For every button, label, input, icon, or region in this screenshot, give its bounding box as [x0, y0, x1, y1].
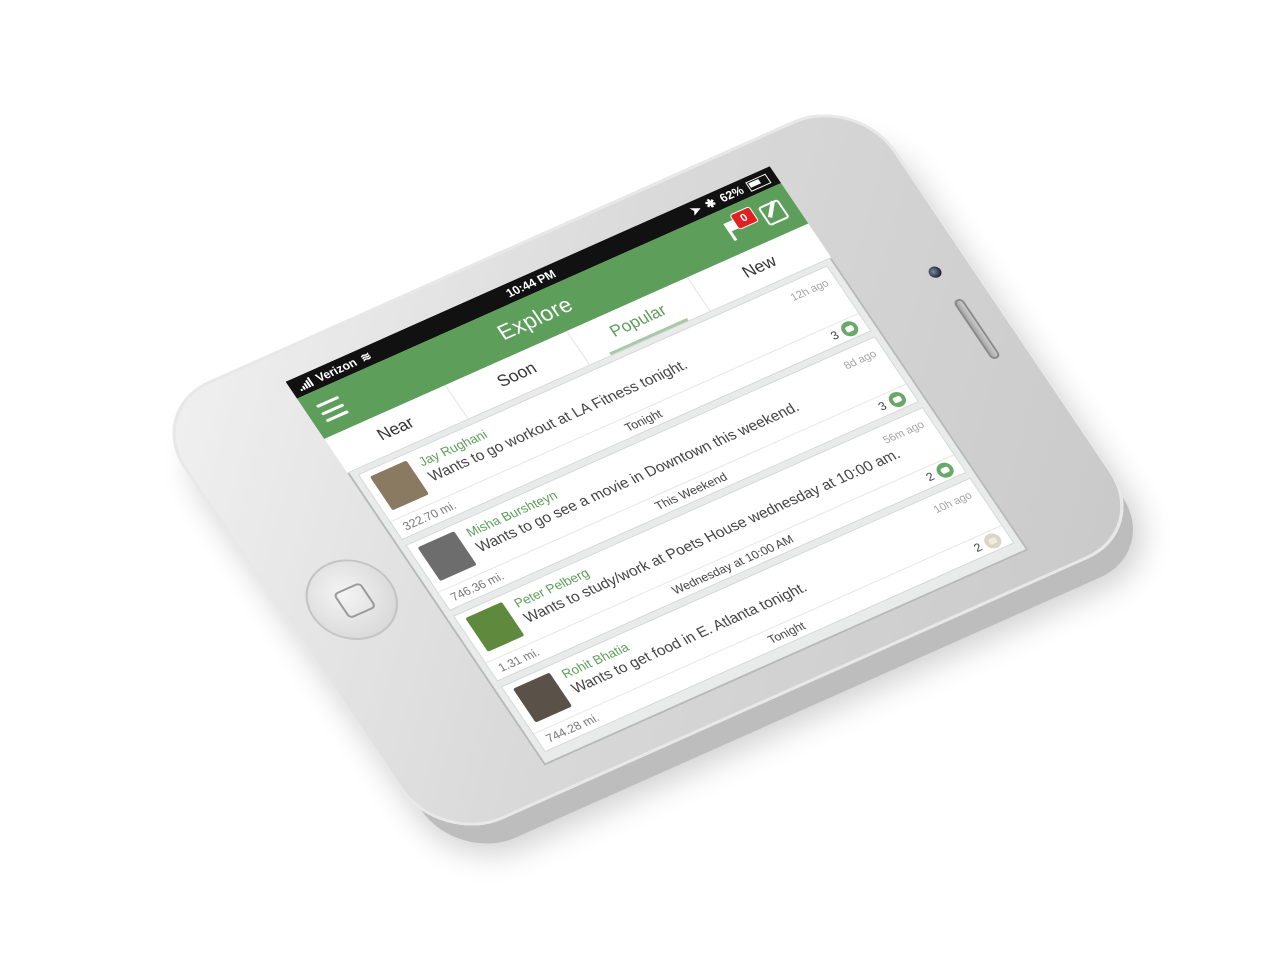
- hamburger-menu-icon[interactable]: [315, 395, 350, 423]
- bluetooth-icon: ✱: [701, 195, 720, 212]
- phone-device: Verizon ≋ 10:44 PM ➤ ✱ 62% Explore 0 Nea…: [144, 92, 1152, 848]
- wifi-icon: ≋: [357, 349, 375, 365]
- join-icon[interactable]: [885, 389, 910, 410]
- join-count-value: 3: [827, 328, 842, 343]
- join-count-value: 3: [875, 398, 890, 414]
- compose-icon[interactable]: [757, 198, 791, 227]
- avatar[interactable]: [369, 460, 430, 511]
- join-icon[interactable]: [837, 318, 862, 339]
- avatar[interactable]: [417, 531, 477, 582]
- avatar[interactable]: [465, 601, 525, 652]
- notifications-button[interactable]: 0: [720, 206, 760, 244]
- join-icon[interactable]: [933, 460, 957, 481]
- location-icon: ➤: [687, 202, 705, 219]
- signal-icon: [295, 377, 315, 392]
- avatar[interactable]: [512, 672, 573, 723]
- stage: Verizon ≋ 10:44 PM ➤ ✱ 62% Explore 0 Nea…: [0, 0, 1280, 960]
- join-count-value: 2: [923, 469, 938, 485]
- home-button-icon: [332, 581, 377, 620]
- join-icon[interactable]: [980, 530, 1005, 551]
- join-count-value: 2: [970, 540, 985, 555]
